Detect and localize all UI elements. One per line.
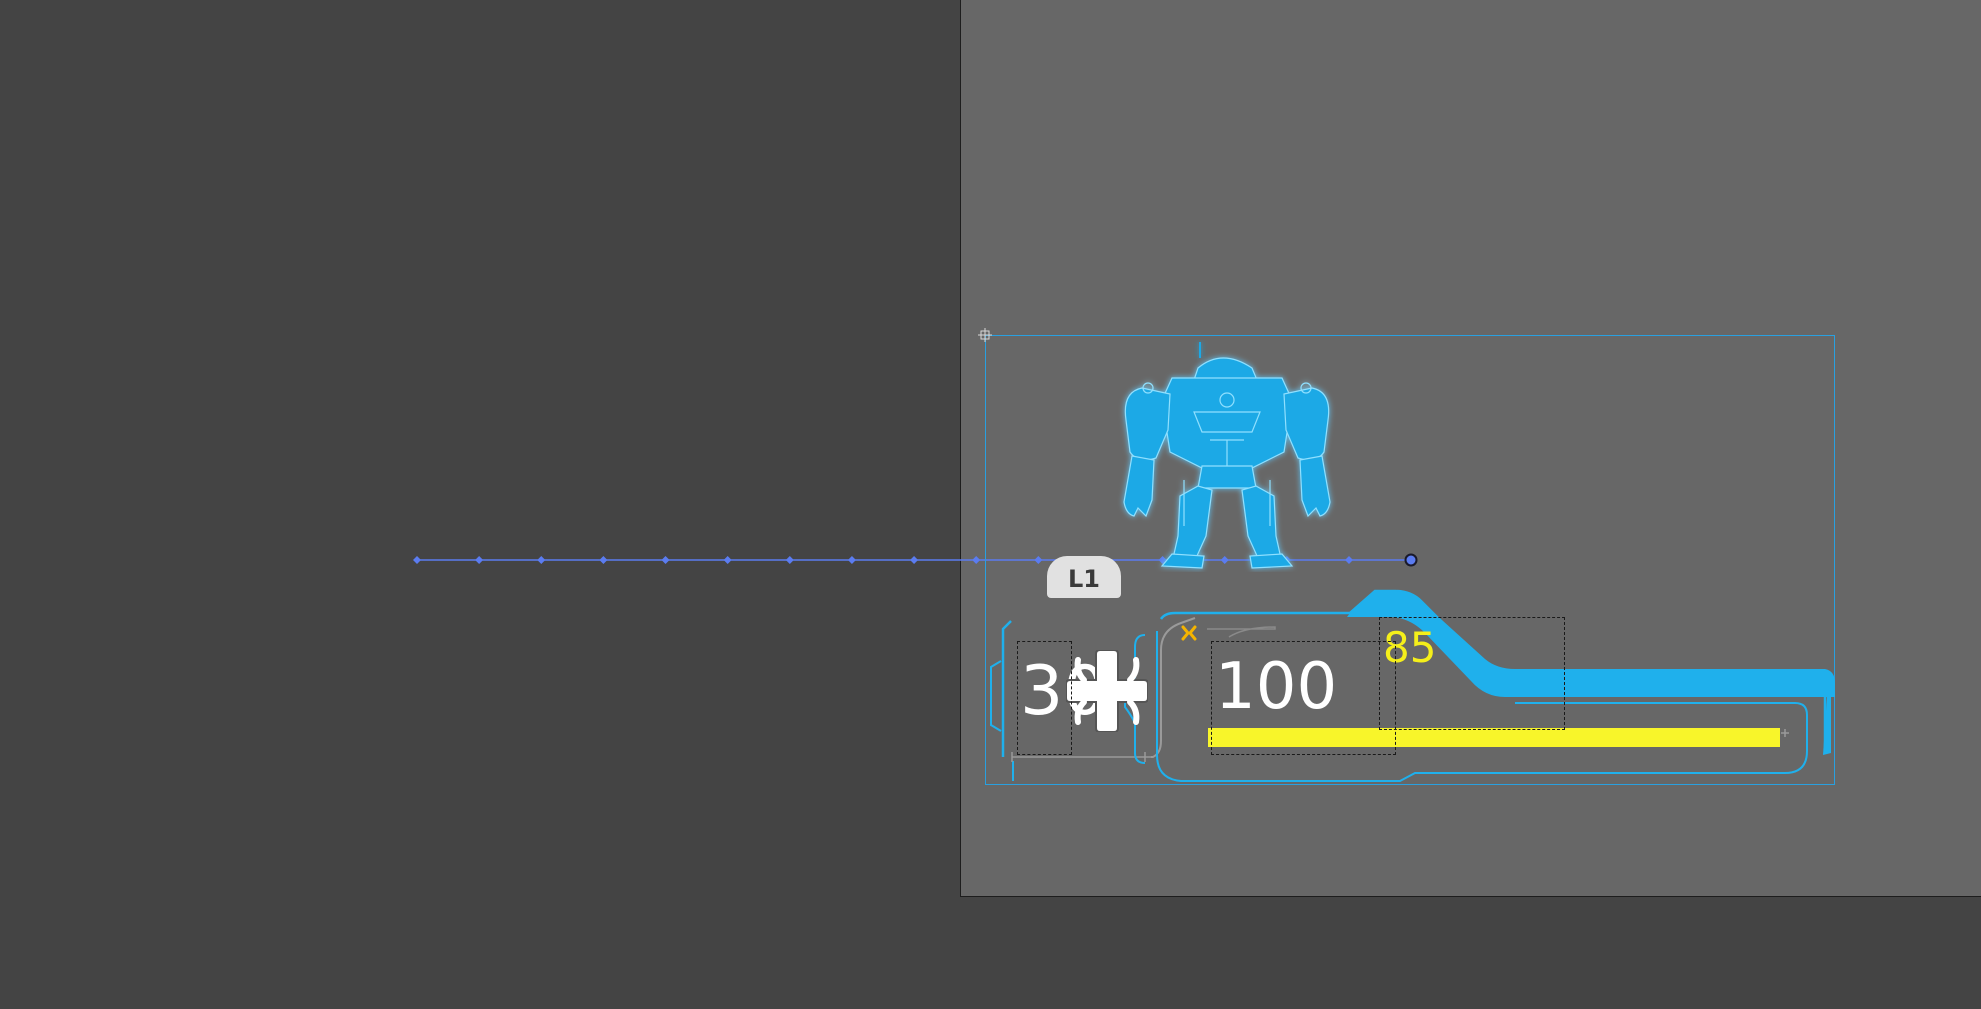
keyframe-point[interactable] [785, 556, 794, 564]
editor-viewport: L1 30 100 85 [0, 0, 1981, 1009]
medical-cross-icon [1066, 650, 1148, 732]
timeline-layer-badge[interactable]: L1 [1047, 556, 1121, 598]
keyframe-point[interactable] [661, 556, 670, 564]
guide-box-health-small[interactable] [1017, 641, 1072, 755]
armor-tick-icon [1181, 625, 1197, 641]
keyframe-point[interactable] [723, 556, 732, 564]
keyframe-point[interactable] [413, 556, 421, 564]
guide-box-health-main[interactable] [1211, 641, 1396, 755]
keyframe-point[interactable] [910, 556, 919, 564]
keyframe-point[interactable] [847, 556, 856, 564]
guide-box-armor[interactable] [1379, 617, 1565, 730]
pivot-crosshair-icon[interactable] [978, 328, 992, 342]
keyframe-point[interactable] [537, 556, 546, 564]
mech-robot-icon [1123, 342, 1331, 569]
keyframe-point[interactable] [599, 556, 608, 564]
keyframe-point[interactable] [475, 556, 484, 564]
